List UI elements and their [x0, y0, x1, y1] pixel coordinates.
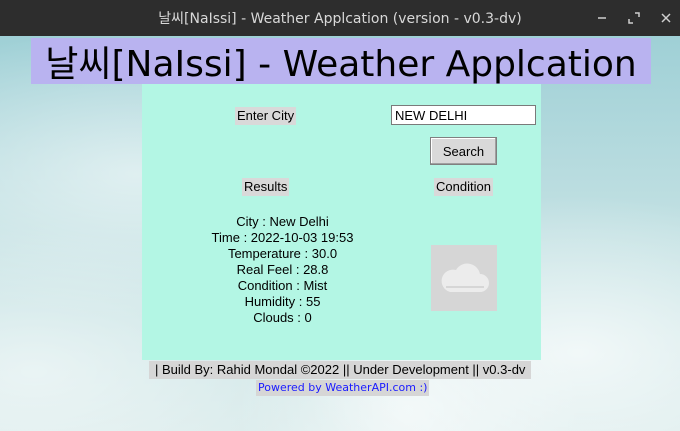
minimize-icon [598, 17, 606, 19]
result-temperature: Temperature : 30.0 [227, 246, 338, 261]
close-button[interactable] [655, 0, 677, 36]
result-condition: Condition : Mist [237, 278, 328, 293]
result-real-feel: Real Feel : 28.8 [236, 262, 329, 277]
results-panel: City : New Delhi Time : 2022-10-03 19:53… [142, 214, 423, 326]
minimize-button[interactable] [591, 0, 613, 36]
search-button[interactable]: Search [430, 137, 497, 165]
app-title: 날씨[NaIssi] - Weather Applcation [31, 38, 651, 85]
maximize-icon [628, 12, 640, 24]
close-icon [661, 13, 671, 23]
results-label: Results [242, 178, 290, 196]
powered-by-link[interactable]: Powered by WeatherAPI.com :) [256, 380, 430, 396]
city-input[interactable] [391, 105, 536, 125]
result-clouds: Clouds : 0 [253, 310, 312, 325]
maximize-button[interactable] [623, 0, 645, 36]
condition-label: Condition [434, 178, 493, 196]
window-title: 날씨[NaIssi] - Weather Applcation (version… [158, 11, 522, 27]
result-city: City : New Delhi [236, 214, 329, 229]
cloud-icon [441, 263, 489, 292]
result-humidity: Humidity : 55 [244, 294, 321, 309]
footer-build-info: | Build By: Rahid Mondal ©2022 || Under … [149, 361, 532, 379]
window-titlebar[interactable]: 날씨[NaIssi] - Weather Applcation (version… [0, 0, 680, 36]
result-time: Time : 2022-10-03 19:53 [211, 230, 354, 245]
enter-city-label: Enter City [235, 107, 297, 125]
condition-image [431, 245, 497, 311]
